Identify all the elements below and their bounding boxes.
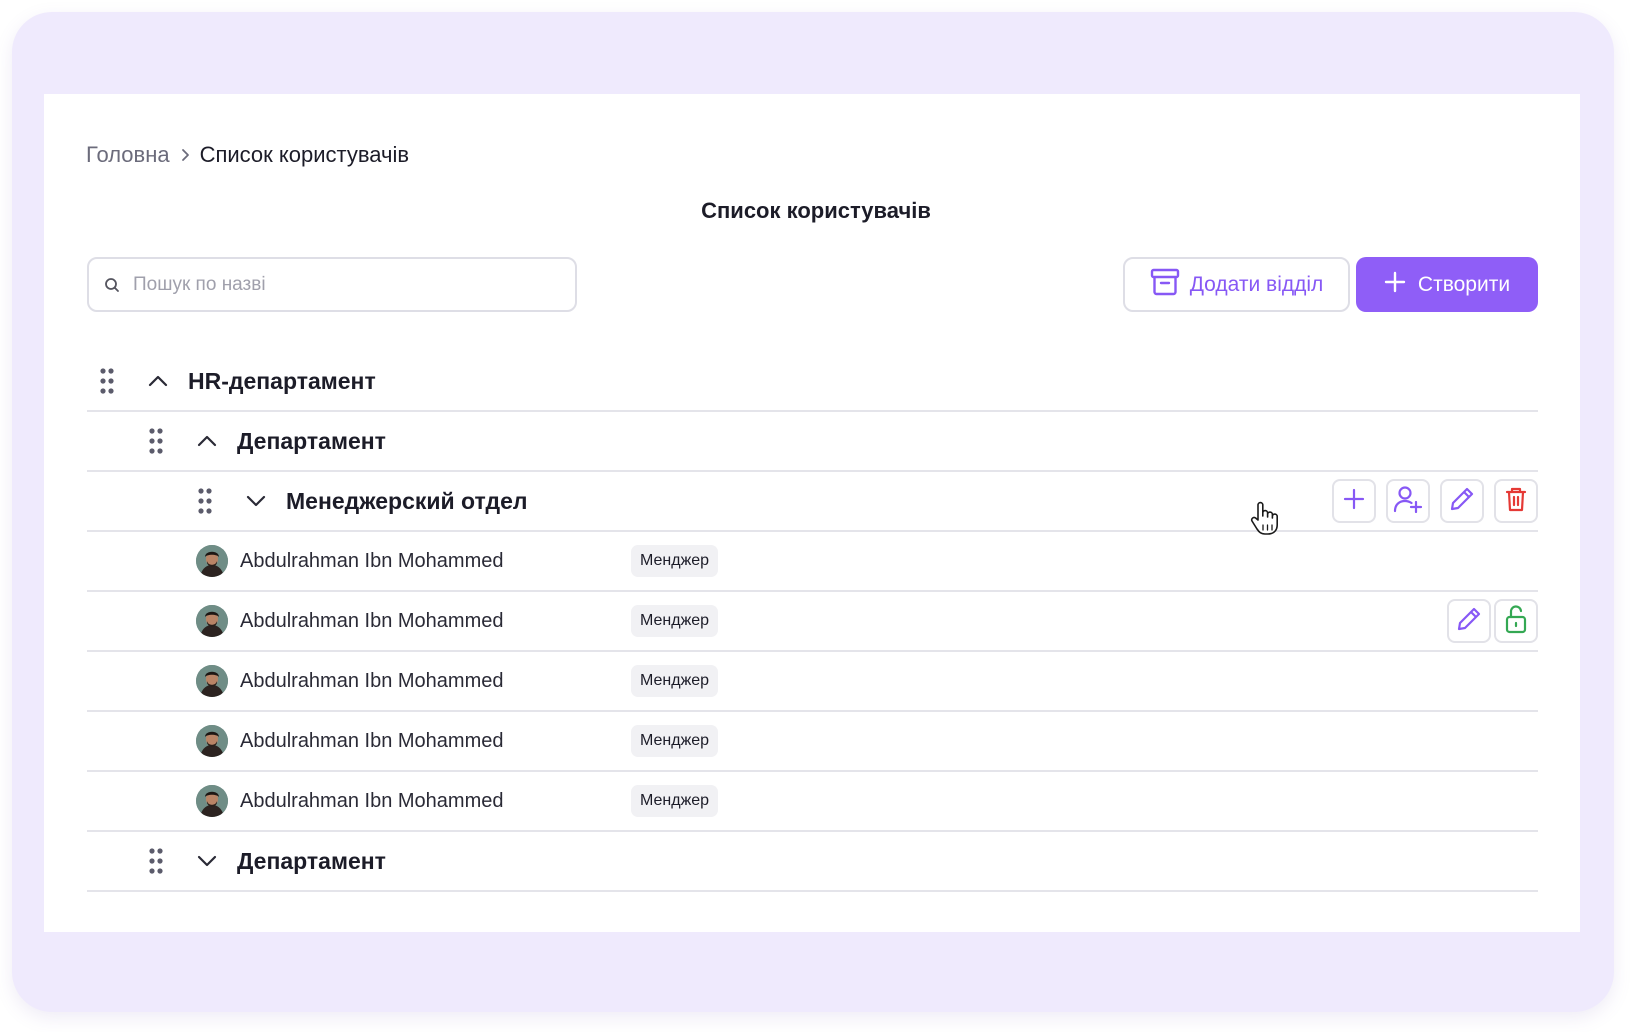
role-badge: Менджер [631,605,719,637]
unlock-user-button[interactable] [1494,599,1538,643]
user-name: Abdulrahman Ibn Mohammed [240,669,504,692]
tree-group-department-2: Департамент [87,832,1538,892]
unlock-icon [1504,604,1528,639]
add-subgroup-button[interactable] [1332,479,1376,523]
edit-group-button[interactable] [1440,479,1484,523]
department-tree: HR-департамент Департамент Менеджерский … [87,352,1538,892]
breadcrumb-current: Список користувачів [199,142,410,167]
role-badge: Менджер [631,665,719,697]
tree-group-hr: HR-департамент [87,352,1538,412]
add-user-icon [1393,485,1423,518]
drag-handle-icon[interactable] [147,847,165,875]
chevron-down-icon[interactable] [195,849,219,873]
tree-group-department: Департамент [87,412,1538,472]
user-name: Abdulrahman Ibn Mohammed [240,609,504,632]
pencil-icon [1448,485,1476,518]
group-label-department: Департамент [237,427,386,454]
group-label-department-2: Департамент [237,847,386,874]
chevron-right-icon [180,148,190,162]
create-button[interactable]: Створити [1356,257,1538,312]
chevron-up-icon[interactable] [195,429,219,453]
user-row[interactable]: Abdulrahman Ibn Mohammed Менджер [87,592,1538,652]
drag-handle-icon[interactable] [147,427,165,455]
user-row[interactable]: Abdulrahman Ibn Mohammed Менджер [87,712,1538,772]
role-badge: Менджер [631,725,719,757]
avatar [196,785,228,817]
avatar [196,545,228,577]
archive-icon [1150,268,1180,302]
avatar [196,725,228,757]
chevron-up-icon[interactable] [146,369,170,393]
edit-user-button[interactable] [1447,599,1491,643]
plus-icon [1384,271,1406,299]
add-department-label: Додати відділ [1189,272,1324,296]
search-field[interactable] [87,257,577,312]
group-actions [1332,479,1538,523]
search-icon [103,276,121,294]
drag-handle-icon[interactable] [196,487,214,515]
chevron-down-icon[interactable] [244,489,268,513]
role-badge: Менджер [631,785,719,817]
avatar [196,605,228,637]
trash-icon [1504,485,1528,518]
breadcrumb: Головна Список користувачів [86,140,409,170]
page-title: Список користувачів [701,198,931,223]
create-label: Створити [1417,272,1511,296]
add-department-button[interactable]: Додати відділ [1123,257,1350,312]
role-badge: Менджер [631,545,719,577]
group-label-hr: HR-департамент [188,367,376,394]
hand-cursor-icon [1249,500,1281,536]
user-actions [1447,599,1538,643]
avatar [196,665,228,697]
user-name: Abdulrahman Ibn Mohammed [240,729,504,752]
user-name: Abdulrahman Ibn Mohammed [240,549,504,572]
drag-handle-icon[interactable] [98,367,116,395]
breadcrumb-home-link[interactable]: Головна [86,142,170,168]
user-row[interactable]: Abdulrahman Ibn Mohammed Менджер [87,652,1538,712]
plus-icon [1342,487,1366,516]
delete-group-button[interactable] [1494,479,1538,523]
user-name: Abdulrahman Ibn Mohammed [240,789,504,812]
tree-group-managers: Менеджерский отдел [87,472,1538,532]
user-row[interactable]: Abdulrahman Ibn Mohammed Менджер [87,772,1538,832]
pencil-icon [1455,605,1483,638]
user-row[interactable]: Abdulrahman Ibn Mohammed Менджер [87,532,1538,592]
add-user-button[interactable] [1386,479,1430,523]
group-label-managers: Менеджерский отдел [286,487,528,514]
search-input[interactable] [133,273,553,296]
